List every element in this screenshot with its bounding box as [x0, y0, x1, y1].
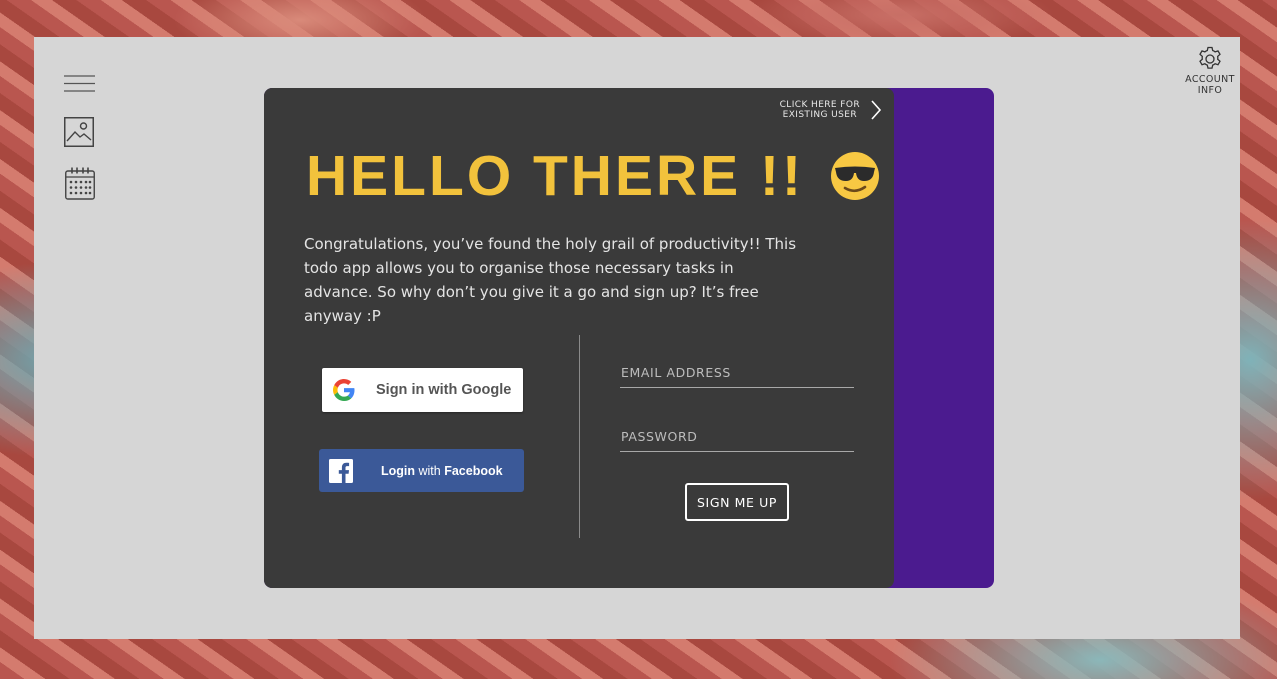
google-icon [333, 379, 355, 401]
facebook-login-label: Login with Facebook [381, 464, 503, 478]
sunglasses-emoji-icon [830, 152, 879, 200]
image-icon[interactable] [64, 117, 94, 147]
sign-up-button[interactable]: SIGN ME UP [685, 483, 789, 521]
facebook-with-word: with [418, 463, 441, 478]
page-title-text: HELLO THERE !! [306, 144, 804, 208]
gear-icon [1199, 46, 1221, 69]
chevron-right-icon [871, 100, 882, 120]
existing-user-link[interactable]: CLICK HERE FOR EXISTING USER [780, 99, 882, 121]
account-info-label: ACCOUNT INFO [1185, 74, 1235, 96]
vertical-divider [579, 335, 580, 538]
account-info-button[interactable]: ACCOUNT INFO [1178, 46, 1242, 96]
email-field[interactable] [620, 364, 854, 388]
intro-text: Congratulations, you’ve found the holy g… [304, 235, 797, 325]
facebook-icon [329, 458, 353, 483]
facebook-brand-word: Facebook [444, 463, 503, 478]
page-title: HELLO THERE !! [306, 144, 880, 208]
signup-card: CLICK HERE FOR EXISTING USER HELLO THERE… [264, 88, 894, 588]
google-signin-label: Sign in with Google [376, 382, 512, 398]
existing-user-label: CLICK HERE FOR EXISTING USER [779, 100, 860, 120]
password-field[interactable] [620, 428, 854, 452]
menu-icon[interactable] [64, 75, 95, 92]
facebook-login-button[interactable]: Login with Facebook [319, 449, 524, 492]
facebook-login-word: Login [381, 463, 416, 478]
calendar-icon[interactable] [65, 167, 95, 200]
google-signin-button[interactable]: Sign in with Google [322, 368, 523, 412]
